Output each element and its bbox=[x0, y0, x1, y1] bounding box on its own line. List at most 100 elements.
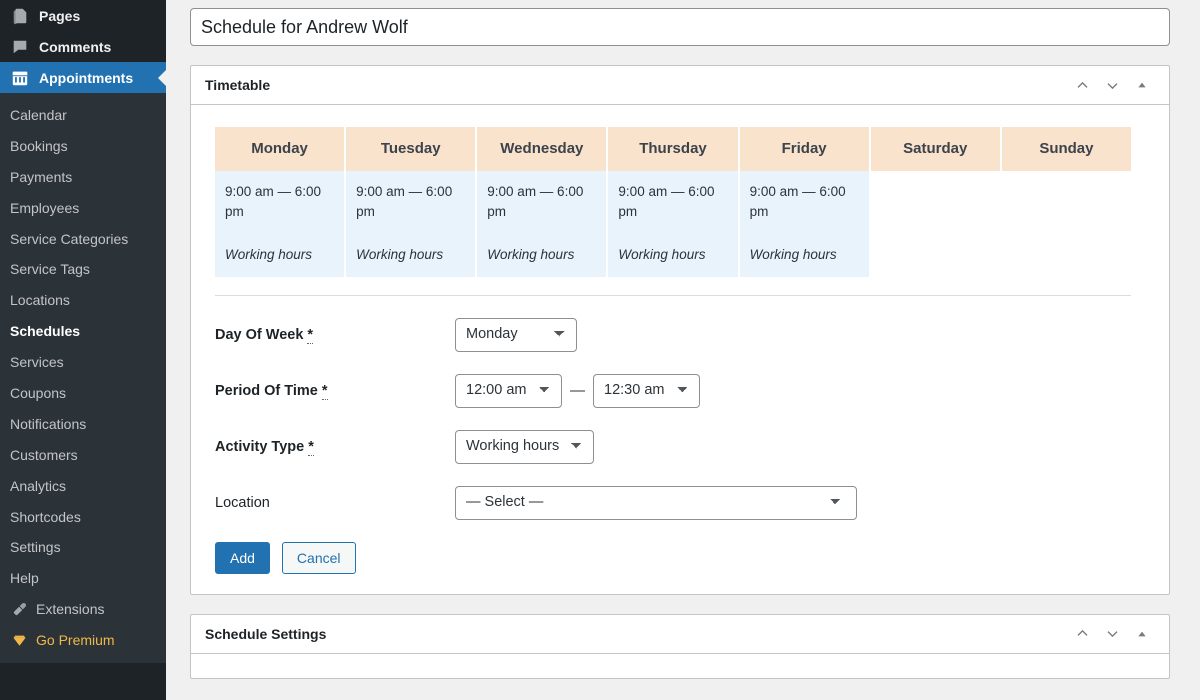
required-marker[interactable]: * bbox=[321, 382, 328, 400]
schedule-settings-panel: Schedule Settings bbox=[190, 613, 1170, 679]
admin-screen: Pages Comments Appointments Calendar Boo… bbox=[0, 0, 1200, 700]
form-row-period-of-time: Period Of Time * 12:00 am — 12:30 am bbox=[215, 373, 1145, 408]
sidebar-subitem-customers[interactable]: Customers bbox=[0, 440, 166, 471]
period-of-time-label: Period Of Time * bbox=[215, 382, 455, 400]
sidebar-subitem-notifications[interactable]: Notifications bbox=[0, 409, 166, 440]
timetable-cell-empty[interactable] bbox=[870, 171, 1000, 271]
required-marker[interactable]: * bbox=[308, 438, 314, 456]
sidebar-item-label: Pages bbox=[39, 7, 81, 24]
sidebar-subitem-bookings[interactable]: Bookings bbox=[0, 131, 166, 162]
appointments-submenu: Calendar Bookings Payments Employees Ser… bbox=[0, 93, 166, 664]
timetable-cell-empty[interactable] bbox=[1001, 171, 1131, 271]
location-select[interactable]: — Select — bbox=[455, 485, 857, 520]
schedule-settings-panel-body bbox=[191, 654, 1169, 678]
timetable-cell-time: 9:00 am — 6:00 pm bbox=[487, 184, 584, 219]
period-to-select[interactable]: 12:30 am bbox=[593, 373, 700, 408]
sidebar-subitem-label: Extensions bbox=[36, 601, 105, 618]
timetable-cell-activity: Working hours bbox=[356, 247, 444, 263]
sidebar-subitem-shortcodes[interactable]: Shortcodes bbox=[0, 502, 166, 533]
admin-sidebar: Pages Comments Appointments Calendar Boo… bbox=[0, 0, 166, 700]
form-row-day-of-week: Day Of Week * Monday bbox=[215, 317, 1145, 352]
sidebar-subitem-go-premium[interactable]: Go Premium bbox=[0, 625, 166, 656]
activity-type-label: Activity Type * bbox=[215, 438, 455, 456]
timetable-day-header: Wednesday bbox=[477, 127, 607, 171]
activity-type-control: Working hours bbox=[455, 429, 594, 464]
timetable-day-header: Friday bbox=[739, 127, 869, 171]
day-of-week-label: Day Of Week * bbox=[215, 326, 455, 344]
timetable-cell-time: 9:00 am — 6:00 pm bbox=[749, 184, 846, 219]
required-marker[interactable]: * bbox=[307, 326, 314, 344]
timetable-cell[interactable]: 9:00 am — 6:00 pm Working hours bbox=[477, 171, 607, 277]
sidebar-footer-spacer bbox=[0, 686, 166, 700]
sidebar-item-pages[interactable]: Pages bbox=[0, 0, 166, 31]
timetable-column-sunday: Sunday bbox=[1001, 127, 1131, 277]
timetable-grid: Monday 9:00 am — 6:00 pm Working hours T… bbox=[215, 127, 1131, 277]
move-up-icon[interactable] bbox=[1067, 619, 1097, 649]
sidebar-subitem-calendar[interactable]: Calendar bbox=[0, 100, 166, 131]
label-text: Activity Type bbox=[215, 438, 305, 455]
sidebar-subitem-extensions[interactable]: Extensions bbox=[0, 594, 166, 625]
timetable-column-monday: Monday 9:00 am — 6:00 pm Working hours bbox=[215, 127, 345, 277]
timetable-day-header: Sunday bbox=[1001, 127, 1131, 171]
sidebar-subitem-employees[interactable]: Employees bbox=[0, 193, 166, 224]
sidebar-item-appointments[interactable]: Appointments bbox=[0, 62, 166, 93]
panel-actions bbox=[1067, 619, 1157, 649]
timetable-column-friday: Friday 9:00 am — 6:00 pm Working hours bbox=[739, 127, 869, 277]
sidebar-item-label: Comments bbox=[39, 38, 112, 55]
post-title-input[interactable] bbox=[190, 8, 1170, 46]
timetable-cell-time: 9:00 am — 6:00 pm bbox=[618, 184, 715, 219]
timetable-day-header: Saturday bbox=[870, 127, 1000, 171]
sidebar-subitem-coupons[interactable]: Coupons bbox=[0, 378, 166, 409]
day-of-week-select[interactable]: Monday bbox=[455, 317, 577, 352]
sidebar-subitem-locations[interactable]: Locations bbox=[0, 285, 166, 316]
sidebar-subitem-schedules[interactable]: Schedules bbox=[0, 316, 166, 347]
gem-icon bbox=[10, 632, 28, 650]
sidebar-top-menu: Pages Comments Appointments bbox=[0, 0, 166, 93]
schedule-settings-panel-header: Schedule Settings bbox=[191, 615, 1169, 654]
move-down-icon[interactable] bbox=[1097, 70, 1127, 100]
timetable-column-wednesday: Wednesday 9:00 am — 6:00 pm Working hour… bbox=[477, 127, 607, 277]
toggle-panel-icon[interactable] bbox=[1127, 70, 1157, 100]
sidebar-subitem-analytics[interactable]: Analytics bbox=[0, 471, 166, 502]
schedule-item-form: Day Of Week * Monday Period Of Time * 12… bbox=[215, 296, 1145, 574]
timetable-cell-activity: Working hours bbox=[487, 247, 575, 263]
timetable-cell-activity: Working hours bbox=[618, 247, 706, 263]
timetable-cell[interactable]: 9:00 am — 6:00 pm Working hours bbox=[739, 171, 869, 277]
period-of-time-control: 12:00 am — 12:30 am bbox=[455, 373, 700, 408]
form-row-activity-type: Activity Type * Working hours bbox=[215, 429, 1145, 464]
timetable-cell[interactable]: 9:00 am — 6:00 pm Working hours bbox=[215, 171, 345, 277]
sidebar-subitem-service-categories[interactable]: Service Categories bbox=[0, 224, 166, 255]
timetable-cell[interactable]: 9:00 am — 6:00 pm Working hours bbox=[608, 171, 738, 277]
sidebar-item-comments[interactable]: Comments bbox=[0, 31, 166, 62]
timetable-day-header: Monday bbox=[215, 127, 345, 171]
sidebar-item-label: Appointments bbox=[39, 69, 134, 86]
timetable-day-header: Tuesday bbox=[346, 127, 476, 171]
sidebar-subitem-settings[interactable]: Settings bbox=[0, 532, 166, 563]
timetable-panel: Timetable Monday 9:00 am — 6:00 pm Worki… bbox=[190, 65, 1170, 595]
panel-actions bbox=[1067, 70, 1157, 100]
timetable-panel-header: Timetable bbox=[191, 66, 1169, 105]
sidebar-subitem-payments[interactable]: Payments bbox=[0, 162, 166, 193]
toggle-panel-icon[interactable] bbox=[1127, 619, 1157, 649]
cancel-button[interactable]: Cancel bbox=[281, 541, 356, 574]
timetable-column-thursday: Thursday 9:00 am — 6:00 pm Working hours bbox=[608, 127, 738, 277]
sidebar-subitem-help[interactable]: Help bbox=[0, 563, 166, 594]
day-of-week-control: Monday bbox=[455, 317, 577, 352]
timetable-cell-activity: Working hours bbox=[749, 247, 837, 263]
location-control: — Select — bbox=[455, 485, 857, 520]
sidebar-subitem-services[interactable]: Services bbox=[0, 347, 166, 378]
timetable-cell[interactable]: 9:00 am — 6:00 pm Working hours bbox=[346, 171, 476, 277]
pages-icon bbox=[10, 6, 30, 26]
move-up-icon[interactable] bbox=[1067, 70, 1097, 100]
calendar-icon bbox=[10, 68, 30, 88]
move-down-icon[interactable] bbox=[1097, 619, 1127, 649]
period-from-select[interactable]: 12:00 am bbox=[455, 373, 562, 408]
activity-type-select[interactable]: Working hours bbox=[455, 429, 594, 464]
location-label: Location bbox=[215, 494, 270, 511]
comments-icon bbox=[10, 37, 30, 57]
main-content: Timetable bbox=[166, 0, 1200, 700]
form-row-location: Location — Select — bbox=[215, 485, 1145, 520]
sidebar-subitem-service-tags[interactable]: Service Tags bbox=[0, 254, 166, 285]
label-text: Day Of Week bbox=[215, 326, 304, 343]
add-button[interactable]: Add bbox=[215, 541, 270, 574]
